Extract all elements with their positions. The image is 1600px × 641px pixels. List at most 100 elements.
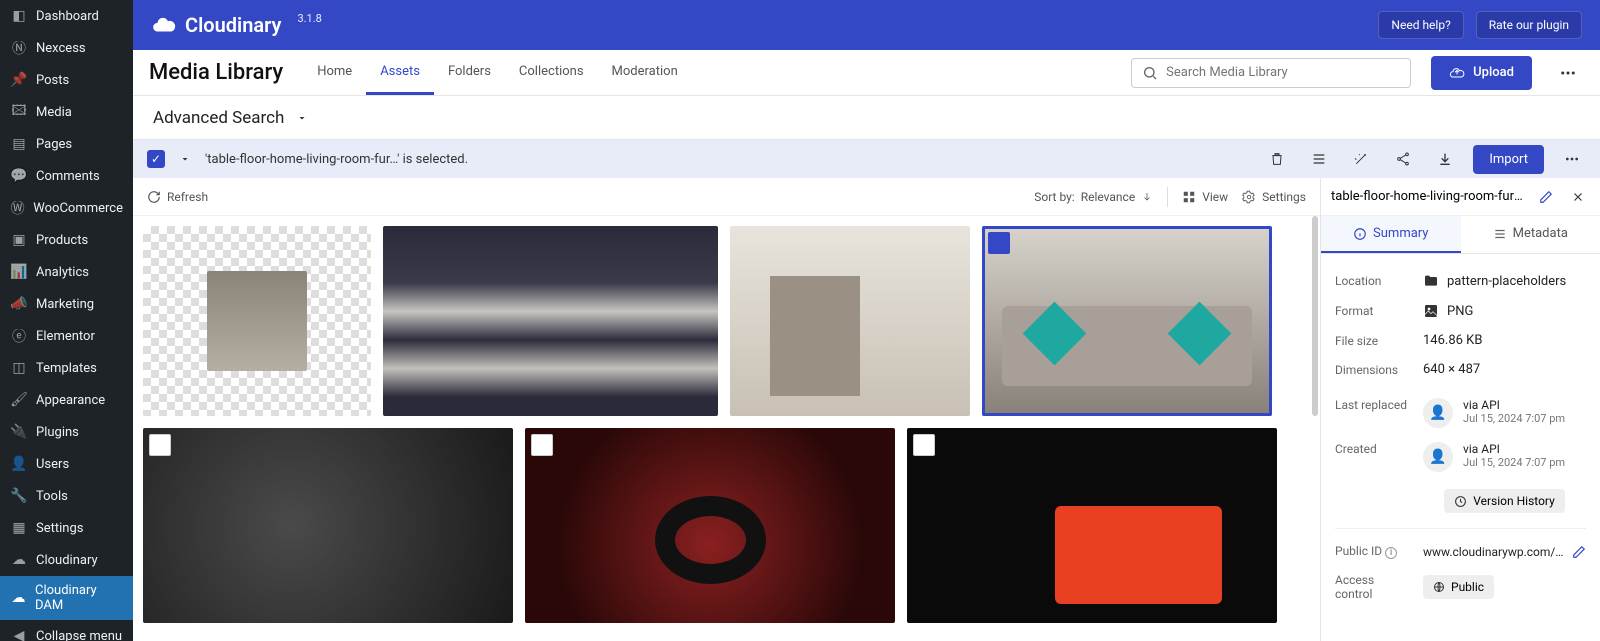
history-icon: [1454, 495, 1467, 508]
rate-plugin-button[interactable]: Rate our plugin: [1476, 11, 1582, 39]
list-action[interactable]: [1305, 145, 1333, 173]
brand-name: Cloudinary: [185, 13, 281, 37]
cloudinary-topbar: Cloudinary 3.1.8 Need help? Rate our plu…: [133, 0, 1600, 50]
asset-filename: table-floor-home-living-room-furnit…: [1331, 189, 1526, 204]
magic-action[interactable]: [1347, 145, 1375, 173]
need-help-button[interactable]: Need help?: [1378, 11, 1463, 39]
sidebar-item-marketing[interactable]: 📣Marketing: [0, 288, 133, 320]
import-button[interactable]: Import: [1473, 145, 1544, 174]
tab-summary[interactable]: Summary: [1321, 216, 1461, 253]
version-history-button[interactable]: Version History: [1444, 489, 1565, 513]
selection-badge[interactable]: [531, 434, 553, 456]
sidebar-item-label: Templates: [36, 361, 97, 376]
settings-control[interactable]: Settings: [1242, 190, 1306, 204]
delete-action[interactable]: [1263, 145, 1291, 173]
sidebar-item-label: Plugins: [36, 425, 79, 440]
access-value-pill[interactable]: Public: [1423, 575, 1494, 599]
sidebar-item-settings[interactable]: ▦Settings: [0, 512, 133, 544]
sidebar-item-label: WooCommerce: [33, 201, 123, 216]
sidebar-item-posts[interactable]: 📌Posts: [0, 64, 133, 96]
sidebar-item-cloudinary[interactable]: ☁Cloudinary: [0, 544, 133, 576]
sidebar-item-label: Appearance: [36, 393, 105, 408]
advanced-search-row[interactable]: Advanced Search: [133, 96, 1600, 140]
tab-metadata[interactable]: Metadata: [1461, 216, 1600, 253]
sidebar-item-elementor[interactable]: ⓔ Elementor: [0, 320, 133, 352]
asset-item-selected[interactable]: [982, 226, 1272, 416]
timestamp-value: Jul 15, 2024 7:07 pm: [1463, 456, 1565, 469]
page-icon: ▤: [10, 135, 28, 153]
sidebar-item-label: Cloudinary: [36, 553, 98, 568]
chevron-down-icon[interactable]: [179, 153, 191, 165]
sidebar-item-appearance[interactable]: 🖌Appearance: [0, 384, 133, 416]
refresh-button[interactable]: Refresh: [147, 190, 208, 204]
tab-home[interactable]: Home: [303, 51, 366, 95]
sidebar-item-dashboard[interactable]: ◧Dashboard: [0, 0, 133, 32]
sidebar-item-woocommerce[interactable]: ⓌWooCommerce: [0, 192, 133, 224]
sidebar-item-cloudinary-dam[interactable]: ☁Cloudinary DAM: [0, 576, 133, 620]
sidebar-item-templates[interactable]: ◫Templates: [0, 352, 133, 384]
sidebar-item-comments[interactable]: 💬 Comments: [0, 160, 133, 192]
public-id-label: Public ID i: [1335, 544, 1413, 559]
sidebar-item-products[interactable]: ▣ Products: [0, 224, 133, 256]
trash-icon: [1269, 151, 1285, 167]
location-value: pattern-placeholders: [1447, 274, 1566, 289]
edit-name-button[interactable]: [1534, 185, 1558, 209]
search-container[interactable]: [1131, 58, 1411, 88]
sidebar-item-label: Comments: [36, 169, 100, 184]
asset-item[interactable]: [730, 226, 970, 416]
close-panel-button[interactable]: [1566, 185, 1590, 209]
plugins-icon: 🔌: [10, 423, 28, 441]
sidebar-item-label: Cloudinary DAM: [35, 583, 123, 613]
selection-checkbox[interactable]: ✓: [147, 150, 165, 168]
search-input[interactable]: [1166, 65, 1400, 80]
sidebar-item-label: Products: [36, 233, 88, 248]
pencil-icon[interactable]: [1572, 545, 1586, 559]
public-id-value: www.cloudinarywp.com/…: [1423, 545, 1564, 559]
access-label: Access control: [1335, 573, 1413, 601]
sidebar-item-media[interactable]: 🖾Media: [0, 96, 133, 128]
sidebar-item-users[interactable]: 👤Users: [0, 448, 133, 480]
selection-bar: ✓ 'table-floor-home-living-room-fur…' is…: [133, 140, 1600, 178]
upload-button[interactable]: Upload: [1431, 56, 1532, 90]
tab-collections[interactable]: Collections: [505, 51, 598, 95]
tab-folders[interactable]: Folders: [434, 51, 505, 95]
asset-item[interactable]: [907, 428, 1277, 623]
selection-badge[interactable]: [913, 434, 935, 456]
gear-icon: [1242, 190, 1256, 204]
more-actions[interactable]: [1558, 145, 1586, 173]
tools-icon: 🔧: [10, 487, 28, 505]
asset-item[interactable]: [143, 428, 513, 623]
share-action[interactable]: [1389, 145, 1417, 173]
download-action[interactable]: [1431, 145, 1459, 173]
sidebar-item-tools[interactable]: 🔧Tools: [0, 480, 133, 512]
selection-badge[interactable]: [149, 434, 171, 456]
comment-icon: 💬: [10, 167, 28, 185]
tab-moderation[interactable]: Moderation: [598, 51, 692, 95]
nexcess-icon: Ⓝ: [10, 39, 28, 57]
sidebar-collapse[interactable]: ◀Collapse menu: [0, 620, 133, 641]
products-icon: ▣: [10, 231, 28, 249]
sidebar-item-nexcess[interactable]: ⓃNexcess: [0, 32, 133, 64]
asset-item[interactable]: [525, 428, 895, 623]
scrollbar[interactable]: [1312, 216, 1318, 416]
sidebar-item-pages[interactable]: ▤Pages: [0, 128, 133, 160]
globe-icon: [1433, 581, 1445, 593]
sidebar-item-plugins[interactable]: 🔌 Plugins: [0, 416, 133, 448]
tab-assets[interactable]: Assets: [366, 51, 434, 95]
sort-control[interactable]: Sort by: Relevance: [1034, 190, 1153, 204]
sidebar-item-analytics[interactable]: 📊Analytics: [0, 256, 133, 288]
asset-item[interactable]: [143, 226, 371, 416]
asset-item[interactable]: [383, 226, 718, 416]
selection-badge[interactable]: [988, 232, 1010, 254]
sidebar-item-label: Elementor: [36, 329, 95, 344]
more-options-button[interactable]: [1552, 57, 1584, 89]
refresh-label: Refresh: [167, 190, 208, 204]
format-label: Format: [1335, 304, 1413, 318]
elementor-icon: ⓔ: [10, 327, 28, 345]
page-title: Media Library: [149, 60, 283, 85]
sidebar-item-label: Users: [36, 457, 69, 472]
view-control[interactable]: View: [1182, 190, 1228, 204]
location-row: Location pattern-placeholders: [1335, 266, 1586, 296]
advanced-search-label: Advanced Search: [153, 108, 284, 128]
last-replaced-row: Last replaced 👤 via API Jul 15, 2024 7:0…: [1335, 384, 1586, 435]
